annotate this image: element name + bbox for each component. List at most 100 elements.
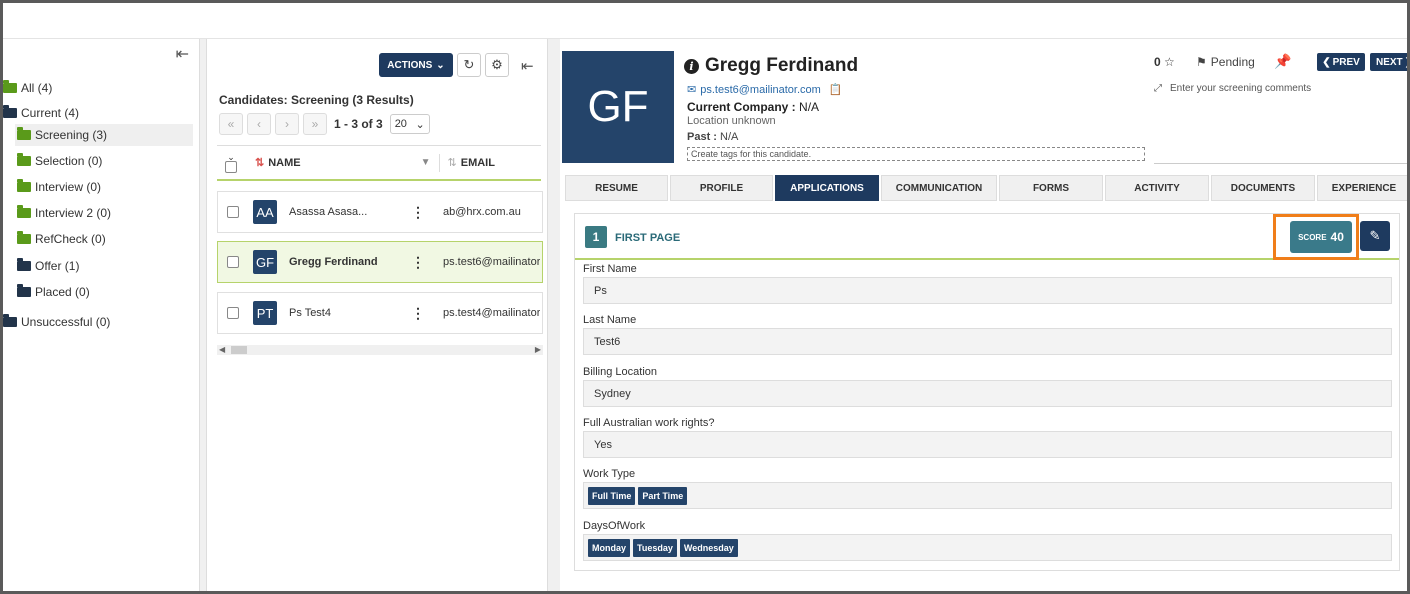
refresh-button[interactable]: ↻ <box>457 53 481 77</box>
page-number-badge: 1 <box>585 226 607 248</box>
folder-icon <box>17 127 31 140</box>
row-checkbox[interactable] <box>227 307 239 319</box>
tab-communication[interactable]: COMMUNICATION <box>881 175 997 201</box>
folder-label: Selection (0) <box>35 154 103 168</box>
folder-unsuccessful[interactable]: Unsuccessful (0) <box>3 311 110 333</box>
field-label: Billing Location <box>583 366 657 378</box>
folder-refcheck[interactable]: RefCheck (0) <box>17 228 106 250</box>
sort-icon[interactable]: ⇅ <box>448 156 457 169</box>
tab-profile[interactable]: PROFILE <box>670 175 773 201</box>
score-button[interactable]: SCORE 40 <box>1290 221 1352 253</box>
horizontal-scrollbar[interactable]: ◀ ▶ <box>217 345 543 355</box>
comments-placeholder: Enter your screening comments <box>1170 83 1312 94</box>
company-value: N/A <box>799 100 820 114</box>
field-value: Ps <box>583 277 1392 304</box>
tab-bar: RESUME PROFILE APPLICATIONS COMMUNICATIO… <box>565 175 1407 201</box>
actions-button[interactable]: ACTIONS ⌄ <box>379 53 453 77</box>
star-icon[interactable]: ☆ <box>1164 55 1175 69</box>
rating[interactable]: 0 ☆ <box>1154 55 1175 69</box>
edit-button[interactable]: ✎ <box>1360 221 1390 251</box>
sort-icon[interactable]: ⇅ <box>255 156 264 169</box>
status-label: Pending <box>1210 55 1255 69</box>
more-icon[interactable]: ⋮ <box>411 254 425 271</box>
folder-label: RefCheck (0) <box>35 232 106 246</box>
table-row[interactable]: AA Asassa Asasa... ⋮ ab@hrx.com.au <box>217 191 543 233</box>
more-icon[interactable]: ⋮ <box>411 305 425 322</box>
folder-offer[interactable]: Offer (1) <box>17 255 79 277</box>
prev-label: PREV <box>1332 56 1360 68</box>
tab-activity[interactable]: ACTIVITY <box>1105 175 1209 201</box>
table-row[interactable]: PT Ps Test4 ⋮ ps.test4@mailinator <box>217 292 543 334</box>
candidate-email[interactable]: ps.test6@mailinator.com <box>700 84 821 96</box>
prev-page-button[interactable]: ‹ <box>247 113 271 135</box>
location: Location unknown <box>687 115 776 127</box>
top-bar <box>3 3 1407 39</box>
avatar: AA <box>253 200 277 224</box>
filter-icon[interactable]: ▼ <box>421 157 431 168</box>
collapse-list-icon[interactable]: ⇤ <box>521 57 534 75</box>
comments-field[interactable]: ⤢ Enter your screening comments <box>1154 83 1311 94</box>
candidate-email: ab@hrx.com.au <box>443 206 521 218</box>
col-email[interactable]: EMAIL <box>461 157 495 169</box>
past-line: Past : N/A <box>687 131 738 143</box>
row-checkbox[interactable] <box>227 256 239 268</box>
folder-placed[interactable]: Placed (0) <box>17 281 90 303</box>
scroll-thumb[interactable] <box>231 346 247 354</box>
table-row[interactable]: GF Gregg Ferdinand ⋮ ps.test6@mailinator <box>217 241 543 283</box>
pin-icon[interactable]: 📌 <box>1274 53 1291 70</box>
tab-experience[interactable]: EXPERIENCE <box>1317 175 1407 201</box>
folder-icon <box>3 80 17 93</box>
company-line: Current Company : N/A <box>687 100 819 114</box>
candidate-name: Gregg Ferdinand <box>705 55 859 76</box>
candidate-name[interactable]: Asassa Asasa... <box>289 206 401 218</box>
collapse-folders-icon[interactable]: ⇤ <box>176 47 189 63</box>
chip: Full Time <box>588 486 636 505</box>
col-name[interactable]: NAME <box>268 157 300 169</box>
next-button[interactable]: NEXT ❯ <box>1370 53 1407 71</box>
candidate-email-line: ✉ ps.test6@mailinator.com 📋 <box>687 83 843 97</box>
clipboard-icon[interactable]: 📋 <box>829 83 843 96</box>
column-header: ⌄ ⇅ NAME ▼ ⇅ EMAIL <box>217 145 541 181</box>
pager: « ‹ › » 1 - 3 of 3 20 ⌄ <box>219 113 430 135</box>
row-checkbox[interactable] <box>227 206 239 218</box>
gear-icon: ⚙ <box>491 57 503 72</box>
folder-selection[interactable]: Selection (0) <box>17 150 102 172</box>
chevron-left-icon: ❮ <box>1322 56 1331 68</box>
rating-value: 0 <box>1154 55 1161 69</box>
scroll-left-icon[interactable]: ◀ <box>219 345 225 354</box>
field-value-chips: Full Time Part Time <box>583 482 1392 509</box>
folder-label: Interview 2 (0) <box>35 206 112 220</box>
tab-forms[interactable]: FORMS <box>999 175 1103 201</box>
candidate-name[interactable]: Ps Test4 <box>289 307 401 319</box>
settings-button[interactable]: ⚙ <box>485 53 509 77</box>
select-all-checkbox[interactable] <box>225 160 237 173</box>
tab-resume[interactable]: RESUME <box>565 175 668 201</box>
flag-icon: ⚑ <box>1196 55 1207 69</box>
candidate-detail-pane: GF i Gregg Ferdinand ✉ ps.test6@mailinat… <box>560 39 1407 591</box>
candidate-name[interactable]: Gregg Ferdinand <box>289 256 401 268</box>
status[interactable]: ⚑ Pending <box>1196 55 1255 69</box>
tab-applications[interactable]: APPLICATIONS <box>775 175 879 201</box>
folder-label: Current (4) <box>21 106 80 120</box>
folder-label: Unsuccessful (0) <box>21 315 111 329</box>
first-page-button[interactable]: « <box>219 113 243 135</box>
prev-button[interactable]: ❮ PREV <box>1317 53 1365 71</box>
more-icon[interactable]: ⋮ <box>411 204 425 221</box>
tags-input[interactable]: Create tags for this candidate. <box>687 147 1145 161</box>
folder-interview-2[interactable]: Interview 2 (0) <box>17 202 111 224</box>
scroll-right-icon[interactable]: ▶ <box>535 345 541 354</box>
select-all[interactable]: ⌄ <box>225 152 237 173</box>
folder-all[interactable]: All (4) <box>3 77 52 99</box>
field-value: Test6 <box>583 328 1392 355</box>
folder-current[interactable]: Current (4) <box>3 102 79 124</box>
folder-interview[interactable]: Interview (0) <box>17 176 101 198</box>
tab-documents[interactable]: DOCUMENTS <box>1211 175 1315 201</box>
next-page-button[interactable]: › <box>275 113 299 135</box>
expand-icon[interactable]: ⤢ <box>1154 83 1162 94</box>
page-size-select[interactable]: 20 ⌄ <box>389 114 430 134</box>
last-page-button[interactable]: » <box>303 113 327 135</box>
field-label: Full Australian work rights? <box>583 417 715 429</box>
info-icon[interactable]: i <box>684 58 699 74</box>
candidate-title: i Gregg Ferdinand <box>684 55 858 77</box>
folder-screening[interactable]: Screening (3) <box>15 124 193 146</box>
